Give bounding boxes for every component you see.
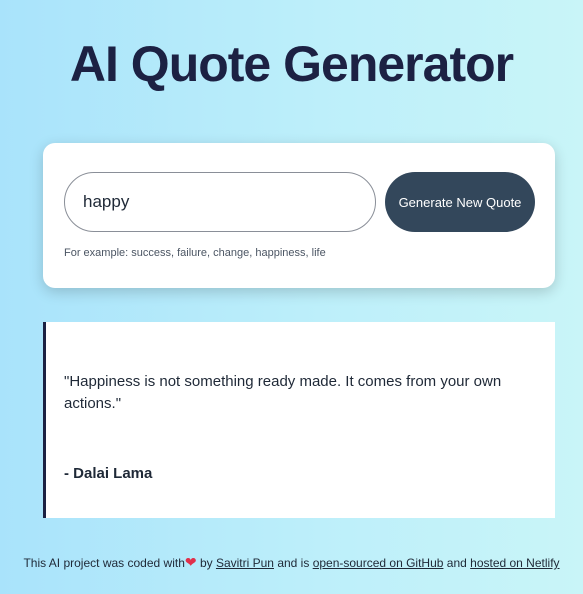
footer-and: and — [443, 556, 471, 570]
quote-author: - Dalai Lama — [64, 465, 153, 482]
github-link[interactable]: open-sourced on GitHub — [313, 556, 444, 570]
footer-by: by — [196, 556, 216, 570]
generate-quote-button[interactable]: Generate New Quote — [385, 172, 535, 232]
quote-card: "Happiness is not something ready made. … — [43, 322, 555, 518]
search-card: Generate New Quote For example: success,… — [43, 143, 555, 288]
heart-icon: ❤ — [184, 554, 197, 570]
page-title: AI Quote Generator — [69, 36, 514, 92]
author-link[interactable]: Savitri Pun — [216, 556, 274, 570]
footer: This AI project was coded with❤ by Savit… — [0, 554, 583, 571]
quote-text: "Happiness is not something ready made. … — [64, 373, 502, 412]
footer-prefix: This AI project was coded with — [23, 556, 185, 570]
input-hint: For example: success, failure, change, h… — [64, 247, 326, 259]
netlify-link[interactable]: hosted on Netlify — [470, 556, 559, 570]
footer-and-is: and is — [273, 556, 313, 570]
page: AI Quote Generator Generate New Quote Fo… — [0, 0, 583, 594]
topic-input[interactable] — [64, 172, 376, 232]
